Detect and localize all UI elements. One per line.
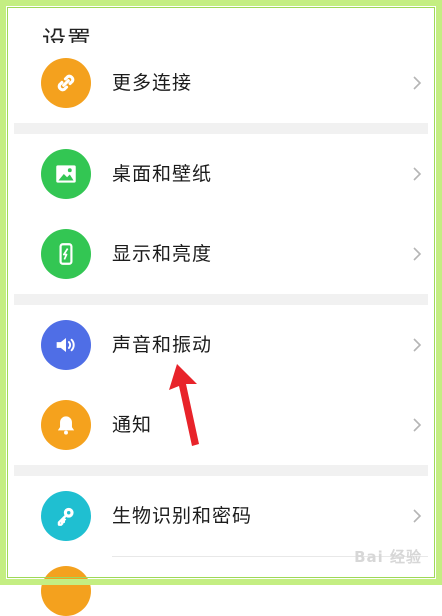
settings-item-biometrics-password[interactable]: 生物识别和密码 bbox=[14, 476, 428, 556]
image-icon bbox=[41, 149, 91, 199]
settings-item-sound-vibration[interactable]: 声音和振动 bbox=[14, 305, 428, 385]
settings-item-label: 通知 bbox=[112, 414, 153, 436]
chevron-right-icon bbox=[413, 247, 422, 261]
settings-item-label: 桌面和壁纸 bbox=[112, 163, 213, 185]
settings-item-notifications[interactable]: 通知 bbox=[14, 385, 428, 465]
annotation-arrow-icon bbox=[169, 364, 199, 446]
section-gap bbox=[14, 123, 428, 134]
settings-item-label: 显示和亮度 bbox=[112, 243, 213, 265]
settings-item-more-connections[interactable]: 更多连接 bbox=[14, 43, 428, 123]
section-gap bbox=[14, 294, 428, 305]
settings-item-desktop-wallpaper[interactable]: 桌面和壁纸 bbox=[14, 134, 428, 214]
key-icon bbox=[41, 491, 91, 541]
chevron-right-icon bbox=[413, 418, 422, 432]
next-item-icon-partial bbox=[41, 566, 91, 616]
chevron-right-icon bbox=[413, 76, 422, 90]
speaker-icon bbox=[41, 320, 91, 370]
watermark-logo: Bai 经验 bbox=[354, 548, 422, 566]
phone-brightness-icon bbox=[41, 229, 91, 279]
settings-item-label: 更多连接 bbox=[112, 72, 193, 94]
chevron-right-icon bbox=[413, 338, 422, 352]
settings-item-display-brightness[interactable]: 显示和亮度 bbox=[14, 214, 428, 294]
chevron-right-icon bbox=[413, 509, 422, 523]
link-icon bbox=[41, 58, 91, 108]
bell-icon bbox=[41, 400, 91, 450]
settings-item-label: 生物识别和密码 bbox=[112, 505, 253, 527]
section-gap bbox=[14, 465, 428, 476]
chevron-right-icon bbox=[413, 167, 422, 181]
